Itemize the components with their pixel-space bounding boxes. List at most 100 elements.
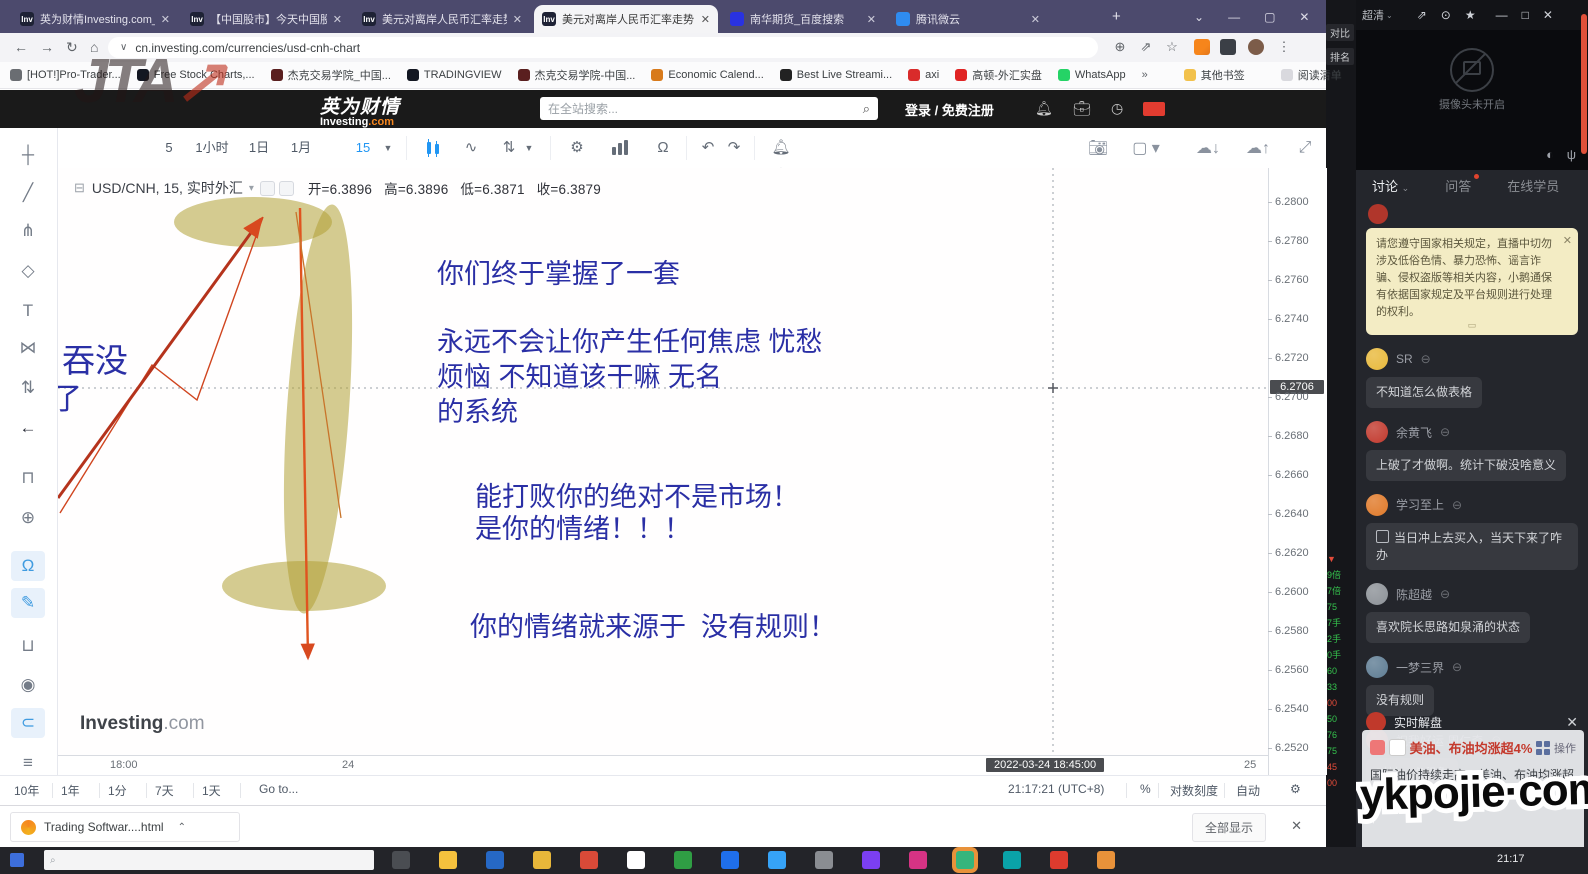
trendline-tool[interactable]: ╱ xyxy=(11,178,45,208)
xabcd-pattern-tool[interactable]: ⋈ xyxy=(11,333,45,363)
notifications-bell-icon[interactable]: 🔔︎ xyxy=(1035,100,1053,117)
stream-minimize-icon[interactable]: — xyxy=(1496,8,1508,22)
price-axis[interactable]: 6.2706 6.28006.27806.27606.27406.27206.2… xyxy=(1268,168,1327,775)
browser-tab[interactable]: Inv【中国股市】今天中国股票✕ xyxy=(182,5,350,33)
link-tool[interactable]: ⊂ xyxy=(11,708,45,738)
browser-tab[interactable]: Inv英为财情Investing.com_全✕ xyxy=(12,5,178,33)
quality-label[interactable]: 超清 xyxy=(1362,7,1384,23)
taskbar-app-icon[interactable] xyxy=(486,851,504,869)
stream-pin-icon[interactable]: ★ xyxy=(1465,8,1476,22)
browser-tab[interactable]: 南华期货_百度搜索✕ xyxy=(722,5,884,33)
show-all-downloads-button[interactable]: 全部显示 xyxy=(1192,813,1266,842)
taskbar-app-icon[interactable] xyxy=(862,851,880,869)
login-link[interactable]: 登录 / 免费注册 xyxy=(905,100,994,119)
mute-icon[interactable]: ⊖ xyxy=(1440,587,1450,601)
share-icon[interactable]: ⇗ xyxy=(1138,39,1154,55)
notice-close-icon[interactable]: ✕ xyxy=(1563,233,1572,250)
taskbar-app-icon[interactable] xyxy=(674,851,692,869)
cloud-load-button[interactable]: ☁↓ xyxy=(1186,133,1230,163)
back-button[interactable]: ← xyxy=(14,37,28,57)
range-button[interactable]: 7天 xyxy=(155,782,174,799)
cursor-arrow-tool[interactable]: ← xyxy=(11,413,45,443)
profile-avatar[interactable] xyxy=(1248,39,1264,55)
long-short-tool[interactable]: ⇅ xyxy=(11,373,45,403)
forecast-tool[interactable]: ⊓ xyxy=(11,463,45,493)
hide-drawings-tool[interactable]: ◉ xyxy=(11,670,45,700)
mute-icon[interactable]: ⊖ xyxy=(1452,660,1462,674)
taskbar-app-icon[interactable] xyxy=(815,851,833,869)
browser-tab[interactable]: Inv美元对离岸人民币汇率走势✕ xyxy=(534,5,718,33)
tab-close-icon[interactable]: ✕ xyxy=(1031,13,1040,26)
bookmark-item[interactable]: 杰克交易学院_中国... xyxy=(271,67,391,83)
taskbar-app-icon[interactable] xyxy=(627,851,645,869)
bookmark-item[interactable]: 高顿-外汇实盘 xyxy=(955,67,1042,83)
tab-close-icon[interactable]: ✕ xyxy=(333,13,342,26)
grid-icon[interactable] xyxy=(1536,741,1550,755)
snapshot-camera-button[interactable]: 📷︎ xyxy=(1078,133,1118,163)
compare-icon[interactable]: ⇅ xyxy=(496,135,522,161)
browser-tab[interactable]: Inv美元对离岸人民币汇率走势✕ xyxy=(354,5,530,33)
taskbar-search-box[interactable]: ⌕ xyxy=(44,850,374,870)
camera-toggle-icon[interactable]: ◐ xyxy=(1546,147,1554,162)
mute-icon[interactable]: ⊖ xyxy=(1440,425,1450,439)
indicators-icon[interactable] xyxy=(606,135,632,161)
bookmark-item[interactable]: axi xyxy=(908,69,939,81)
tab-close-icon[interactable]: ✕ xyxy=(161,13,170,26)
reload-button[interactable]: ↻ xyxy=(66,37,78,57)
tab-qa[interactable]: 问答 xyxy=(1445,176,1471,195)
text-tool[interactable]: T xyxy=(11,296,45,326)
bookmarks-overflow-icon[interactable]: » xyxy=(1142,69,1148,81)
settings-gear-icon[interactable]: ⚙ xyxy=(564,135,590,161)
tab-discussion[interactable]: 讨论 ⌄ xyxy=(1372,176,1409,195)
magnet-tool[interactable]: Ω xyxy=(11,551,45,581)
chart-pane[interactable]: ⊟ USD/CNH, 15, 实时外汇 ▾ 开=6.3896高=6.3896低=… xyxy=(58,168,1268,755)
stream-share-icon[interactable]: ⇗ xyxy=(1417,8,1427,22)
redo-icon[interactable]: ↷ xyxy=(722,135,746,161)
bottom-gear-icon[interactable]: ⚙ xyxy=(1290,782,1301,796)
taskbar-app-icon[interactable] xyxy=(1003,851,1021,869)
taskbar-app-icon[interactable] xyxy=(768,851,786,869)
taskbar-app-icon[interactable] xyxy=(721,851,739,869)
bookmark-item[interactable]: [HOT!]Pro-Trader... xyxy=(10,69,121,81)
bookmark-star-icon[interactable]: ☆ xyxy=(1164,39,1180,55)
cloud-save-button[interactable]: ☁↑ xyxy=(1236,133,1280,163)
forward-button[interactable]: → xyxy=(40,37,54,57)
tab-close-icon[interactable]: ✕ xyxy=(513,13,522,26)
browser-menu-icon[interactable]: ⋮ xyxy=(1276,39,1292,55)
crosshair-tool[interactable]: ┼ xyxy=(11,140,45,170)
interval-selected[interactable]: 15 xyxy=(350,135,376,161)
quality-caret-icon[interactable]: ⌄ xyxy=(1386,11,1393,20)
timeframe-button[interactable]: 1月 xyxy=(282,135,320,161)
taskbar-app-icon[interactable] xyxy=(956,851,974,869)
compare-dropdown-icon[interactable]: ▼ xyxy=(522,135,536,161)
log-scale-button[interactable]: 对数刻度 xyxy=(1170,782,1218,799)
bookmark-item[interactable]: TRADINGVIEW xyxy=(407,69,502,81)
home-button[interactable]: ⌂ xyxy=(90,37,98,57)
legend-quick-icon-1[interactable] xyxy=(260,181,275,196)
bookmark-item[interactable]: 杰克交易学院-中国... xyxy=(518,67,636,83)
chart-legend[interactable]: ⊟ USD/CNH, 15, 实时外汇 ▾ 开=6.3896高=6.3896低=… xyxy=(74,178,613,198)
tab-search-button[interactable]: ⌄ xyxy=(1194,10,1204,24)
range-button[interactable]: 1分 xyxy=(108,782,127,799)
tab-online-students[interactable]: 在线学员 xyxy=(1507,176,1559,195)
browser-tab[interactable]: 腾讯微云✕ xyxy=(888,5,1048,33)
metamask-extension-icon[interactable] xyxy=(1194,39,1210,55)
unlock-tool[interactable]: ⊔ xyxy=(11,631,45,661)
flag-icon[interactable] xyxy=(1143,102,1165,116)
fullscreen-button[interactable]: ⤢ xyxy=(1290,133,1320,163)
minimize-button[interactable]: — xyxy=(1228,10,1240,24)
site-search-input[interactable]: 在全站搜索... ⌕ xyxy=(540,97,878,120)
news-action-label[interactable]: 操作 xyxy=(1554,740,1576,756)
mute-icon[interactable]: ⊖ xyxy=(1421,352,1431,366)
stream-settings-icon[interactable]: ⊙ xyxy=(1441,8,1451,22)
legend-dropdown-icon[interactable]: ▾ xyxy=(249,183,254,194)
zoom-in-tool[interactable]: ⊕ xyxy=(11,503,45,533)
notice-handle-icon[interactable]: ▭ xyxy=(1468,319,1477,333)
clock-label[interactable]: 21:17:21 (UTC+8) xyxy=(1008,782,1104,796)
shape-tool[interactable]: ◇ xyxy=(11,256,45,286)
line-style-icon[interactable]: ∿ xyxy=(458,135,484,161)
compare-scales-icon[interactable]: Ω xyxy=(650,135,676,161)
timeframe-button[interactable]: 1日 xyxy=(240,135,278,161)
zoom-page-icon[interactable]: ⊕ xyxy=(1112,39,1128,55)
pitchfork-tool[interactable]: ⋔ xyxy=(11,216,45,246)
